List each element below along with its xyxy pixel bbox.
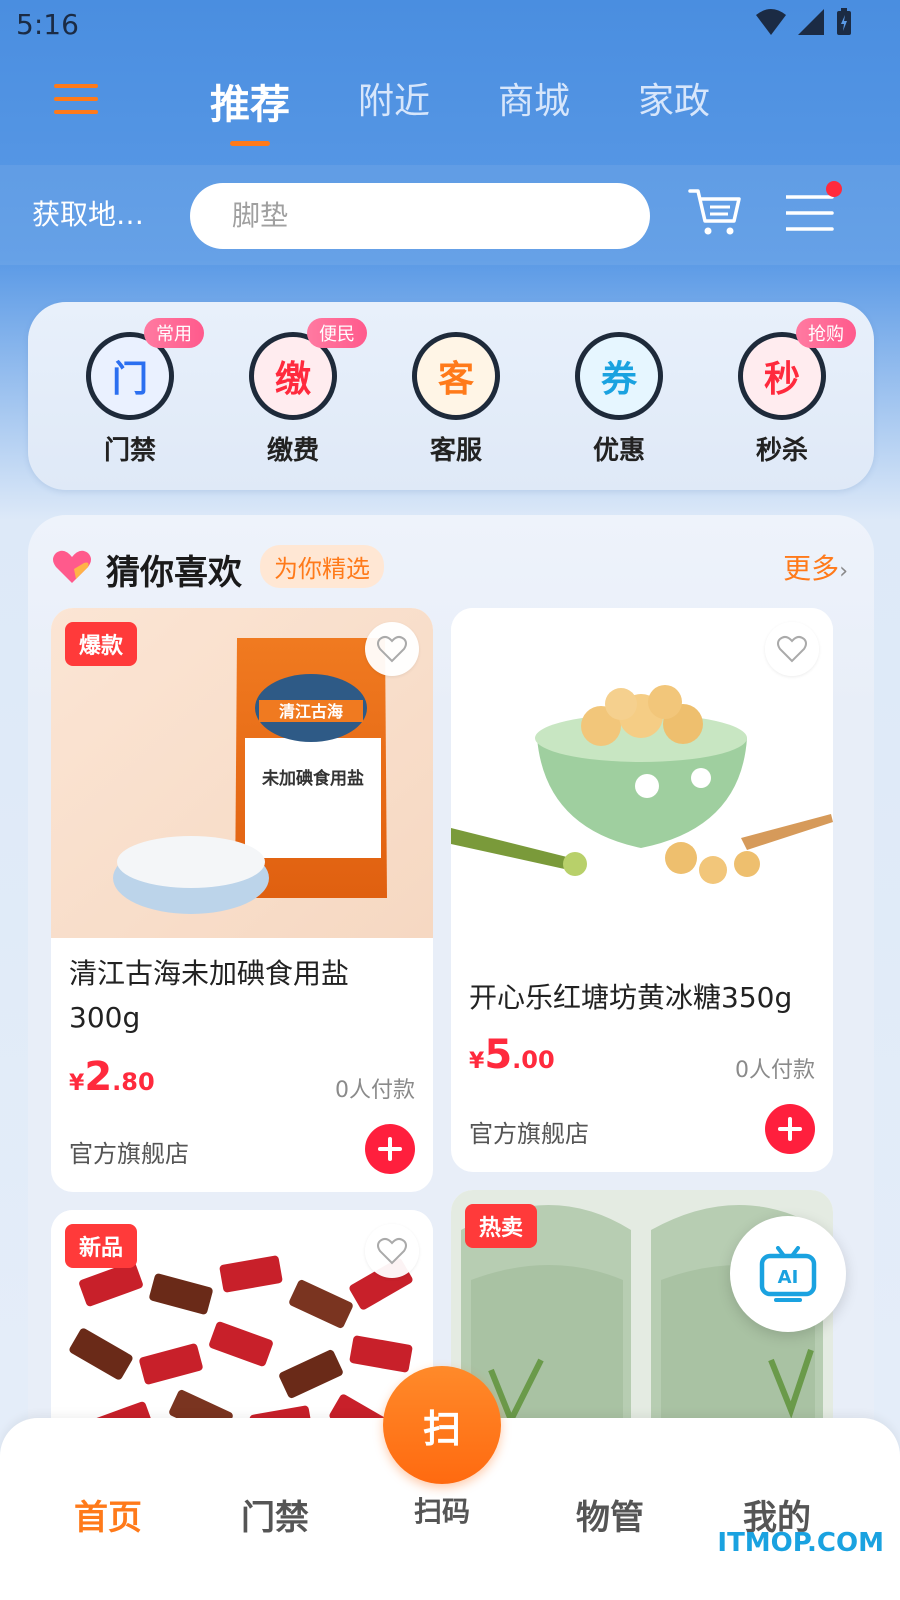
add-to-cart-button[interactable]: [365, 1124, 415, 1174]
nav-home[interactable]: 首页: [38, 1490, 178, 1539]
product-tag: 爆款: [65, 622, 138, 666]
quick-action-payment[interactable]: 缴 缴费 便民: [233, 318, 367, 467]
heart-outline-icon: [777, 635, 807, 663]
top-tabs: 推荐 附近 商城 家政: [210, 72, 710, 146]
recommend-section: 猜你喜欢 为你精选 更多› 清江古海 未加碘食用盐 爆款 清江古海未加碘食用盐3…: [28, 515, 874, 1530]
store-name[interactable]: 官方旗舰店: [469, 1114, 589, 1149]
price-currency: ¥: [69, 1071, 85, 1096]
plus-icon: [378, 1137, 402, 1161]
price-integer: 5: [484, 1032, 513, 1078]
ai-assistant-button[interactable]: AI: [730, 1216, 846, 1332]
chevron-right-icon: ›: [839, 559, 848, 584]
more-label: 更多: [783, 552, 840, 585]
tab-mall[interactable]: 商城: [498, 72, 570, 130]
status-bar: 5:16: [0, 0, 900, 50]
salt-pack-text: 未加碘食用盐: [261, 768, 364, 789]
salt-pack-title: 清江古海: [279, 702, 343, 721]
product-name: 开心乐红塘坊黄冰糖350g: [469, 981, 793, 1014]
menu-icon[interactable]: [54, 84, 98, 120]
cart-icon[interactable]: [688, 185, 742, 239]
quick-action-label: 优惠: [592, 436, 645, 466]
quick-action-access[interactable]: 门 门禁 常用: [70, 318, 204, 467]
location-selector[interactable]: 获取地…: [32, 193, 144, 233]
quick-action-label: 缴费: [266, 436, 319, 466]
plus-icon: [778, 1117, 802, 1141]
heart-outline-icon: [377, 635, 407, 663]
add-to-cart-button[interactable]: [765, 1104, 815, 1154]
store-name[interactable]: 官方旗舰店: [69, 1134, 189, 1169]
wifi-icon: [756, 9, 786, 35]
ai-label: AI: [778, 1267, 799, 1288]
tab-recommend[interactable]: 推荐: [210, 72, 290, 146]
quick-action-flash-sale[interactable]: 秒 秒杀 抢购: [722, 318, 856, 467]
favorite-button[interactable]: [365, 1224, 419, 1278]
sold-count: 0人付款: [735, 1058, 815, 1083]
recommend-subtitle: 为你精选: [260, 545, 384, 588]
sold-count: 0人付款: [335, 1078, 415, 1103]
quick-action-badge: 抢购: [796, 318, 856, 348]
nav-access-control[interactable]: 门禁: [205, 1490, 345, 1539]
nav-property[interactable]: 物管: [540, 1490, 680, 1539]
price-decimal: .00: [512, 1046, 555, 1074]
battery-icon: [837, 8, 851, 35]
search-row: 获取地… 脚垫: [0, 165, 900, 265]
quick-action-badge: 便民: [307, 318, 367, 348]
quick-action-coupon[interactable]: 券 优惠: [559, 332, 679, 467]
signal-icon: [798, 9, 824, 35]
message-list-icon[interactable]: [784, 181, 842, 237]
customer-service-icon: 客: [412, 332, 500, 420]
quick-action-label: 门禁: [103, 436, 156, 466]
search-input[interactable]: 脚垫: [190, 183, 650, 249]
tab-nearby[interactable]: 附近: [358, 72, 430, 130]
product-card[interactable]: 清江古海 未加碘食用盐 爆款 清江古海未加碘食用盐300g ¥2.80 0人付款…: [51, 608, 433, 1192]
quick-action-service[interactable]: 客 客服: [396, 332, 516, 467]
coupon-icon: 券: [575, 332, 663, 420]
ai-robot-icon: AI: [759, 1246, 817, 1302]
top-nav: 推荐 附近 商城 家政: [0, 60, 900, 160]
price-decimal: .80: [112, 1068, 155, 1096]
product-price: ¥2.80: [69, 1054, 155, 1100]
heart-icon: [53, 550, 91, 583]
status-time: 5:16: [16, 8, 79, 41]
recommend-title: 猜你喜欢: [106, 553, 242, 593]
more-link[interactable]: 更多›: [783, 547, 848, 587]
recommend-header: 猜你喜欢 为你精选 更多›: [52, 543, 852, 593]
product-name: 清江古海未加碘食用盐300g: [69, 957, 350, 1034]
quick-action-label: 秒杀: [755, 436, 808, 466]
watermark: ITMOP.COM: [717, 1528, 884, 1558]
price-integer: 2: [84, 1054, 113, 1100]
nav-scan[interactable]: 扫码: [383, 1490, 501, 1530]
product-card[interactable]: 开心乐红塘坊黄冰糖350g ¥5.00 0人付款 官方旗舰店: [451, 608, 833, 1172]
product-tag: 热卖: [465, 1204, 538, 1248]
quick-actions-card: 门 门禁 常用 缴 缴费 便民 客 客服 券 优惠 秒 秒杀 抢购: [28, 302, 874, 490]
product-tag: 新品: [65, 1224, 138, 1268]
favorite-button[interactable]: [765, 622, 819, 676]
status-icons: [756, 8, 852, 36]
scan-button[interactable]: 扫: [383, 1366, 501, 1484]
heart-outline-icon: [377, 1237, 407, 1265]
product-price: ¥5.00: [469, 1032, 555, 1078]
quick-action-label: 客服: [429, 436, 482, 466]
tab-housekeeping[interactable]: 家政: [638, 72, 710, 130]
price-currency: ¥: [469, 1049, 485, 1074]
favorite-button[interactable]: [365, 622, 419, 676]
quick-action-badge: 常用: [144, 318, 204, 348]
notification-dot: [826, 181, 842, 197]
